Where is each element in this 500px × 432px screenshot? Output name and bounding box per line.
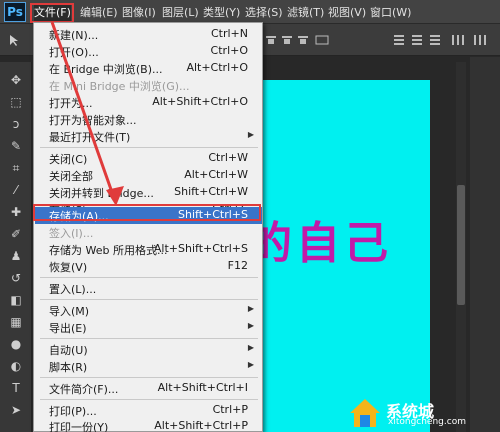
submenu-arrow-icon: ▶ [247,304,254,313]
photoshop-logo: Ps [4,2,26,22]
menu-item-close-go-bridge[interactable]: 关闭并转到 Bridge... Shift+Ctrl+W [35,184,262,201]
menu-item-revert[interactable]: 恢复(V) F12 [35,258,262,275]
menu-bar: Ps 文件(F) 编辑(E) 图像(I) 图层(L) 类型(Y) 选择(S) 滤… [0,0,500,24]
menu-type[interactable]: 类型(Y) [203,5,240,21]
marquee-icon[interactable]: ⬚ [8,94,24,110]
house-logo-icon [350,399,380,427]
move-tool-icon[interactable] [8,34,22,46]
path-select-icon[interactable]: ➤ [8,402,24,418]
menu-item-open-smart-object[interactable]: 打开为智能对象... [35,111,262,128]
menu-separator [40,277,258,278]
gradient-icon[interactable]: ▦ [8,314,24,330]
menu-item-print-one-copy[interactable]: 打印一份(Y) Alt+Shift+Ctrl+P [35,418,262,432]
menu-edit[interactable]: 编辑(E) [80,5,118,21]
right-panel-strip [470,57,500,432]
blur-icon[interactable]: ● [8,336,24,352]
type-icon[interactable]: T [8,380,24,396]
tools-panel: ✥ ⬚ ↄ ✎ ⌗ ⁄ ✚ ✐ ♟ ↺ ◧ ▦ ● ◐ T ➤ [0,62,32,432]
crop-icon[interactable]: ⌗ [8,160,24,176]
menu-separator [40,377,258,378]
submenu-arrow-icon: ▶ [247,321,254,330]
menu-item-check-in[interactable]: 签入(I)... [35,224,262,241]
watermark-url: xitongcheng.com [388,417,466,427]
menu-separator [40,147,258,148]
file-menu-highlight [30,3,74,23]
menu-item-open[interactable]: 打开(O)... Ctrl+O [35,43,262,60]
menu-filter[interactable]: 滤镜(T) [287,5,324,21]
lasso-icon[interactable]: ↄ [8,116,24,132]
file-menu-dropdown: 新建(N)... Ctrl+N 打开(O)... Ctrl+O 在 Bridge 中… [33,22,263,432]
quick-select-icon[interactable]: ✎ [8,138,24,154]
menu-separator [40,299,258,300]
distribute-icons[interactable] [392,34,498,46]
menu-item-close[interactable]: 关闭(C) Ctrl+W [35,150,262,167]
eyedropper-icon[interactable]: ⁄ [8,182,24,198]
align-icons[interactable] [264,34,334,46]
brush-icon[interactable]: ✐ [8,226,24,242]
canvas-text: 的自己 [248,218,392,269]
menu-item-browse-bridge[interactable]: 在 Bridge 中浏览(B)... Alt+Ctrl+O [35,60,262,77]
menu-item-import[interactable]: 导入(M) ▶ [35,302,262,319]
menu-item-recent-files[interactable]: 最近打开文件(T) ▶ [35,128,262,145]
healing-brush-icon[interactable]: ✚ [8,204,24,220]
menu-item-print[interactable]: 打印(P)... Ctrl+P [35,402,262,419]
submenu-arrow-icon: ▶ [247,343,254,352]
menu-item-file-info[interactable]: 文件简介(F)... Alt+Shift+Ctrl+I [35,380,262,397]
clone-stamp-icon[interactable]: ♟ [8,248,24,264]
menu-item-new[interactable]: 新建(N)... Ctrl+N [35,26,262,43]
menu-item-place[interactable]: 置入(L)... [35,280,262,297]
menu-item-scripts[interactable]: 脚本(R) ▶ [35,358,262,375]
menu-image[interactable]: 图像(I) [122,5,156,21]
menu-select[interactable]: 选择(S) [245,5,283,21]
menu-layer[interactable]: 图层(L) [162,5,199,21]
eraser-icon[interactable]: ◧ [8,292,24,308]
menu-item-automate[interactable]: 自动(U) ▶ [35,341,262,358]
menu-separator [40,338,258,339]
watermark: 系统城 xitongcheng.com [348,396,498,430]
save-as-highlight [33,204,261,221]
submenu-arrow-icon: ▶ [247,360,254,369]
menu-item-close-all[interactable]: 关闭全部 Alt+Ctrl+W [35,167,262,184]
menu-item-save-for-web[interactable]: 存储为 Web 所用格式... Alt+Shift+Ctrl+S [35,241,262,258]
dodge-icon[interactable]: ◐ [8,358,24,374]
menu-item-browse-mini-bridge[interactable]: 在 Mini Bridge 中浏览(G)... [35,77,262,94]
move-icon[interactable]: ✥ [8,72,24,88]
menu-item-open-as[interactable]: 打开为... Alt+Shift+Ctrl+O [35,94,262,111]
menu-window[interactable]: 窗口(W) [370,5,411,21]
menu-item-export[interactable]: 导出(E) ▶ [35,319,262,336]
history-brush-icon[interactable]: ↺ [8,270,24,286]
scrollbar-thumb[interactable] [457,185,465,305]
submenu-arrow-icon: ▶ [247,130,254,139]
menu-view[interactable]: 视图(V) [328,5,366,21]
menu-separator [40,399,258,400]
